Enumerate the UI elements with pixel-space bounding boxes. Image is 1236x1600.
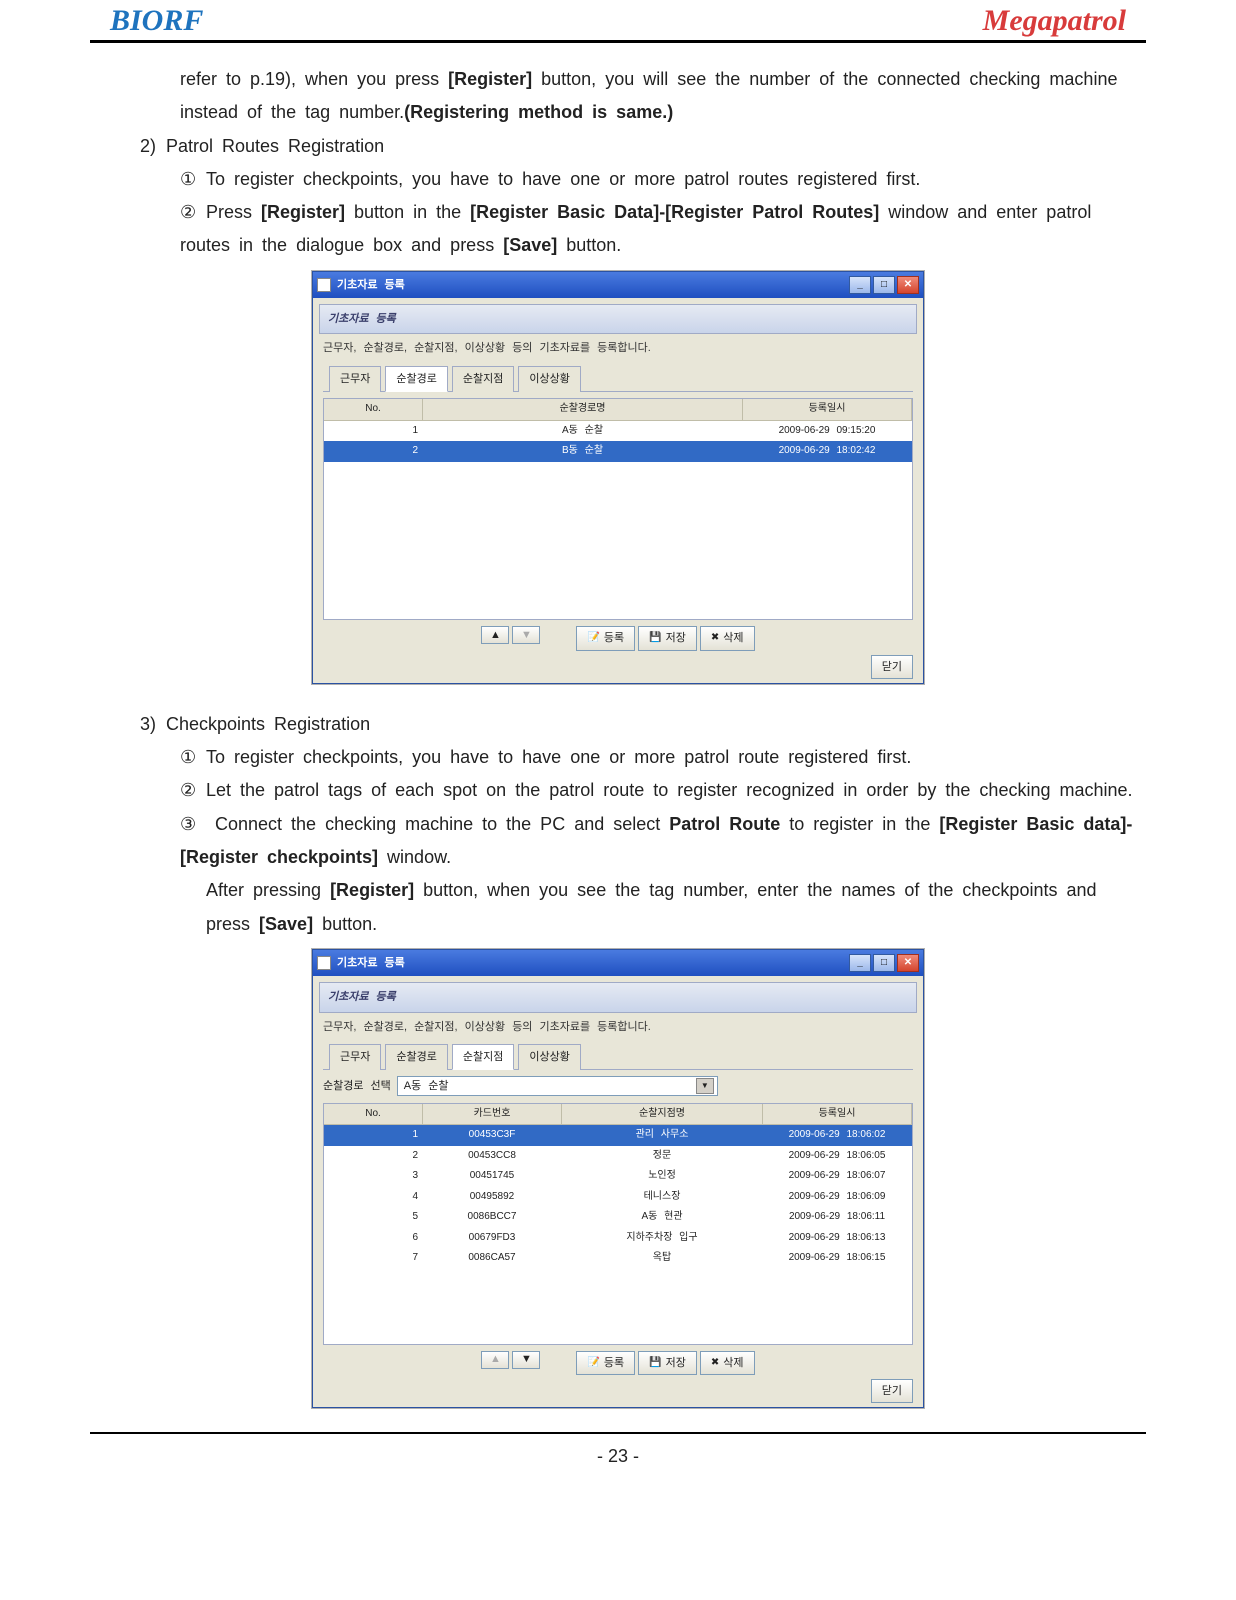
table-row[interactable]: 2 B동 순찰 2009-06-29 18:02:42 bbox=[324, 441, 912, 462]
panel-subtitle: 근무자, 순찰경로, 순찰지점, 이상상황 등의 기초자료를 등록합니다. bbox=[323, 1017, 913, 1037]
screenshot-checkpoints: 기초자료 등록 _ □ ✕ 기초자료 등록 근무자, 순찰경로, 순찰지점, 이… bbox=[312, 949, 924, 1408]
window-title: 기초자료 등록 bbox=[337, 275, 405, 295]
tab-workers[interactable]: 근무자 bbox=[329, 1044, 381, 1070]
register-icon: 📝 bbox=[587, 629, 599, 648]
tab-workers[interactable]: 근무자 bbox=[329, 366, 381, 392]
delete-icon: ✖ bbox=[711, 629, 719, 648]
delete-button[interactable]: ✖삭제 bbox=[700, 626, 755, 650]
document-body: refer to p.19), when you press [Register… bbox=[100, 63, 1136, 1408]
table-row[interactable]: 4 00495892 테니스장 2009-06-29 18:06:09 bbox=[324, 1187, 912, 1208]
tab-checkpoints[interactable]: 순찰지점 bbox=[452, 1044, 514, 1070]
close-dialog-button[interactable]: 닫기 bbox=[871, 1379, 913, 1403]
col-date: 등록일시 bbox=[763, 1104, 912, 1125]
tab-checkpoints[interactable]: 순찰지점 bbox=[452, 366, 514, 392]
table-row[interactable]: 6 00679FD3 지하주차장 입구 2009-06-29 18:06:13 bbox=[324, 1228, 912, 1249]
maximize-button[interactable]: □ bbox=[873, 954, 895, 972]
move-down-button[interactable]: ▼ bbox=[512, 1351, 540, 1369]
register-button[interactable]: 📝등록 bbox=[576, 1351, 635, 1375]
tab-patrol-routes[interactable]: 순찰경로 bbox=[385, 1044, 447, 1070]
section-number: 3) bbox=[140, 708, 166, 741]
minimize-button[interactable]: _ bbox=[849, 954, 871, 972]
window-title: 기초자료 등록 bbox=[337, 953, 405, 973]
move-up-button[interactable]: ▲ bbox=[481, 1351, 509, 1369]
section-number: 2) bbox=[140, 130, 166, 163]
window-icon bbox=[317, 278, 331, 292]
col-no: No. bbox=[324, 1104, 423, 1125]
section-title: Checkpoints Registration bbox=[166, 714, 370, 734]
minimize-button[interactable]: _ bbox=[849, 276, 871, 294]
header-left: BIORF bbox=[110, 4, 203, 38]
move-up-button[interactable]: ▲ bbox=[481, 626, 509, 644]
maximize-button[interactable]: □ bbox=[873, 276, 895, 294]
chevron-down-icon: ▼ bbox=[696, 1078, 714, 1094]
section-title: Patrol Routes Registration bbox=[166, 136, 384, 156]
register-icon: 📝 bbox=[587, 1354, 599, 1373]
move-down-button[interactable]: ▼ bbox=[512, 626, 540, 644]
tab-patrol-routes[interactable]: 순찰경로 bbox=[385, 366, 447, 392]
route-select-label: 순찰경로 선택 bbox=[323, 1076, 391, 1096]
register-button[interactable]: 📝등록 bbox=[576, 626, 635, 650]
page-number: - 23 - bbox=[0, 1446, 1236, 1467]
col-no: No. bbox=[324, 399, 423, 420]
save-button[interactable]: 💾저장 bbox=[638, 626, 697, 650]
route-select-combo[interactable]: A동 순찰 ▼ bbox=[397, 1076, 718, 1096]
col-route-name: 순찰경로명 bbox=[423, 399, 743, 420]
tab-abnormal[interactable]: 이상상황 bbox=[518, 366, 580, 392]
delete-icon: ✖ bbox=[711, 1354, 719, 1373]
table-row[interactable]: 3 00451745 노인정 2009-06-29 18:06:07 bbox=[324, 1166, 912, 1187]
panel-subtitle: 근무자, 순찰경로, 순찰지점, 이상상황 등의 기초자료를 등록합니다. bbox=[323, 338, 913, 358]
close-button[interactable]: ✕ bbox=[897, 954, 919, 972]
panel-title: 기초자료 등록 bbox=[319, 304, 917, 334]
col-card: 카드번호 bbox=[423, 1104, 562, 1125]
tab-abnormal[interactable]: 이상상황 bbox=[518, 1044, 580, 1070]
save-icon: 💾 bbox=[649, 1354, 661, 1373]
table-row[interactable]: 7 0086CA57 옥탑 2009-06-29 18:06:15 bbox=[324, 1248, 912, 1269]
screenshot-patrol-routes: 기초자료 등록 _ □ ✕ 기초자료 등록 근무자, 순찰경로, 순찰지점, 이… bbox=[312, 271, 924, 684]
close-button[interactable]: ✕ bbox=[897, 276, 919, 294]
save-button[interactable]: 💾저장 bbox=[638, 1351, 697, 1375]
table-row[interactable]: 1 00453C3F 관리 사무소 2009-06-29 18:06:02 bbox=[324, 1125, 912, 1146]
panel-title: 기초자료 등록 bbox=[319, 982, 917, 1012]
save-icon: 💾 bbox=[649, 629, 661, 648]
window-icon bbox=[317, 956, 331, 970]
close-dialog-button[interactable]: 닫기 bbox=[871, 655, 913, 679]
table-row[interactable]: 1 A동 순찰 2009-06-29 09:15:20 bbox=[324, 421, 912, 442]
table-row[interactable]: 5 0086BCC7 A동 현관 2009-06-29 18:06:11 bbox=[324, 1207, 912, 1228]
table-row[interactable]: 2 00453CC8 정문 2009-06-29 18:06:05 bbox=[324, 1146, 912, 1167]
col-spot: 순찰지점명 bbox=[562, 1104, 763, 1125]
delete-button[interactable]: ✖삭제 bbox=[700, 1351, 755, 1375]
header-right: Megapatrol bbox=[983, 4, 1126, 38]
col-date: 등록일시 bbox=[743, 399, 912, 420]
